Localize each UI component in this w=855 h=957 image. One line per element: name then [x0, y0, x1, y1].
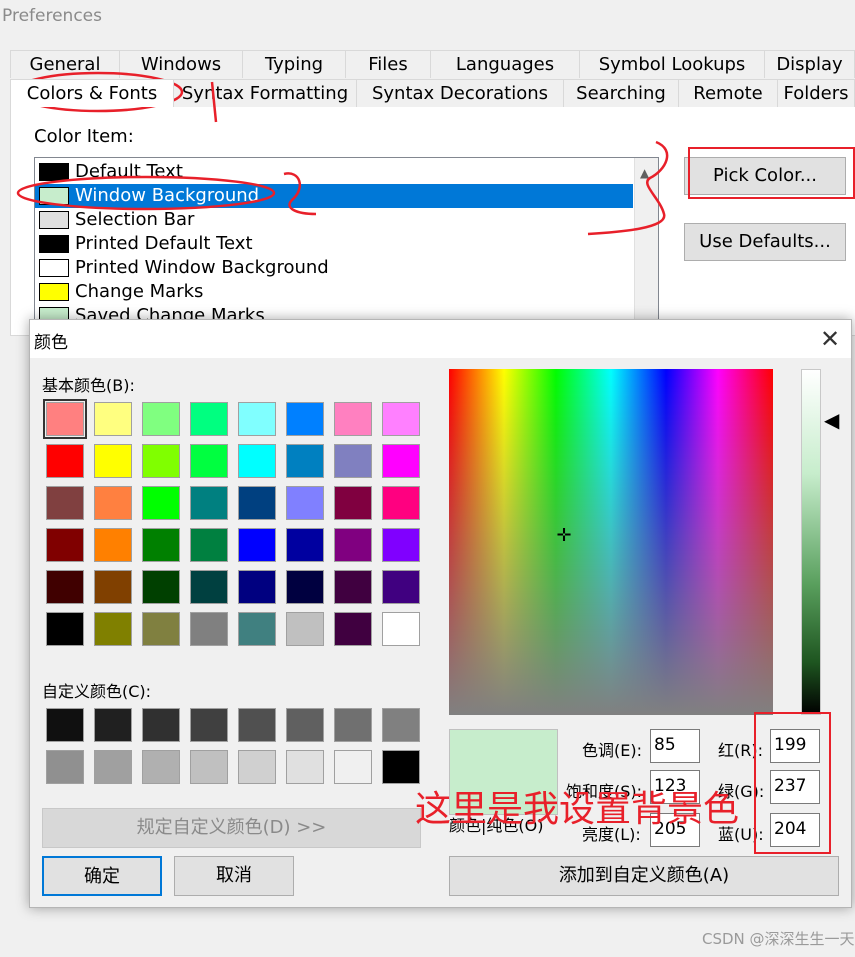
annotation-mark-3 — [587, 140, 669, 236]
annotation-mark-2 — [283, 172, 317, 216]
annotation-ellipse-item — [16, 175, 276, 211]
annotation-text: 这里是我设置背景色 — [415, 789, 740, 830]
tab-colors-fonts[interactable]: Colors & Fonts — [10, 79, 174, 107]
annotation-box-pick-color — [688, 147, 855, 199]
annotation-mark-1 — [210, 81, 218, 123]
watermark: CSDN @深深生生一天 — [702, 930, 855, 948]
annotation-box-rgb — [754, 712, 831, 854]
